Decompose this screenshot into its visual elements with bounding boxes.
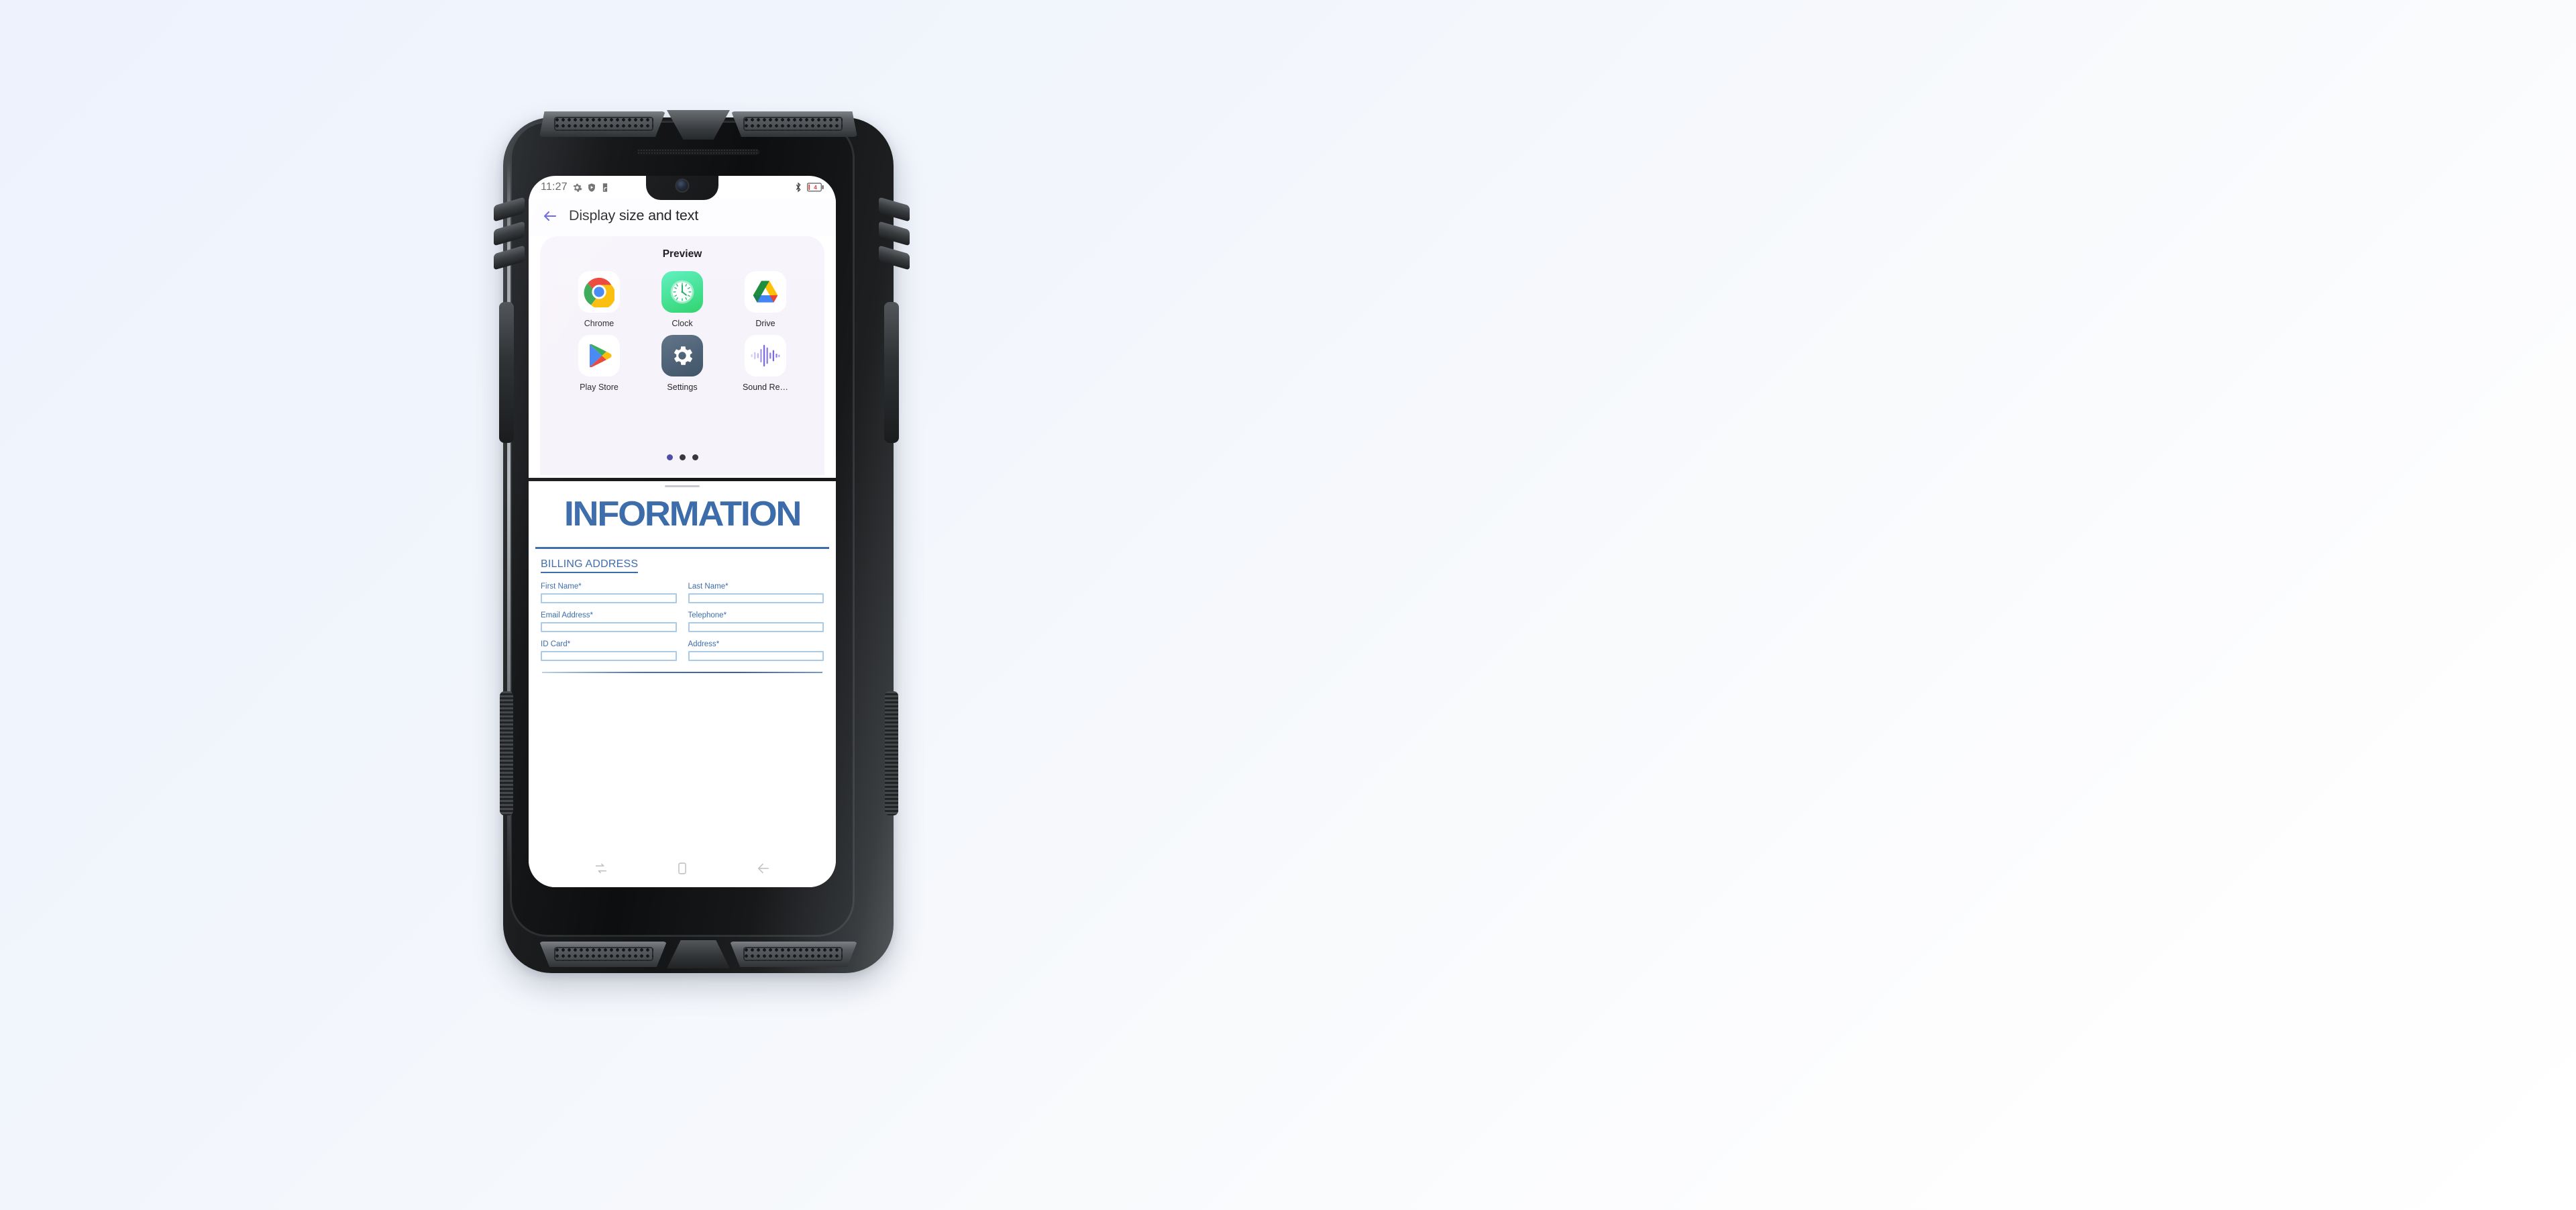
app-item-clock[interactable]: Clock: [641, 271, 724, 328]
document-body: BILLING ADDRESS First Name* Last Name* E…: [529, 549, 836, 673]
form-bottom-rule: [542, 671, 822, 673]
form-field-first-name: First Name*: [541, 583, 677, 603]
field-label: Address*: [688, 640, 720, 648]
telephone-input[interactable]: [688, 621, 824, 632]
svg-text:4: 4: [814, 185, 817, 191]
field-label: First Name*: [541, 582, 582, 591]
page-dot[interactable]: [666, 454, 673, 460]
bottom-right-speaker-grille: [743, 947, 843, 961]
gear-icon: [572, 183, 582, 193]
left-grip-ridges: [494, 101, 525, 973]
left-textured-grip: [500, 691, 513, 815]
field-label: ID Card*: [541, 640, 571, 648]
right-side-button[interactable]: [884, 302, 899, 443]
google-drive-icon: [745, 271, 786, 313]
email-address-input[interactable]: [541, 621, 677, 632]
top-right-speaker-grille: [743, 117, 843, 131]
sound-recorder-icon: [745, 335, 786, 376]
last-name-input[interactable]: [688, 593, 824, 603]
app-item-sound-recorder[interactable]: Sound Re…: [724, 335, 807, 392]
billing-form-grid: First Name* Last Name* Email Address* Te…: [541, 583, 824, 661]
right-textured-grip: [885, 691, 898, 815]
home-rounded-square-icon[interactable]: [675, 861, 690, 876]
nfc-tag-icon: [601, 183, 609, 193]
address-input[interactable]: [688, 650, 824, 661]
page-indicator-dots[interactable]: [540, 454, 824, 460]
android-navigation-bar: [529, 850, 836, 887]
app-title-bar: Display size and text: [529, 199, 836, 236]
page-dot[interactable]: [692, 454, 698, 460]
form-field-telephone: Telephone*: [688, 611, 824, 632]
field-label: Telephone*: [688, 611, 727, 619]
app-label: Chrome: [584, 319, 614, 328]
billing-address-heading: BILLING ADDRESS: [541, 558, 639, 573]
page-title: Display size and text: [569, 207, 698, 223]
app-item-settings[interactable]: Settings: [641, 335, 724, 392]
battery-icon: 4: [807, 183, 824, 192]
app-label: Settings: [667, 383, 698, 392]
recents-icon[interactable]: [594, 861, 608, 876]
status-bar-left: 11:27: [541, 181, 609, 193]
app-label: Play Store: [580, 383, 619, 392]
bluetooth-icon: [794, 182, 802, 193]
app-item-chrome[interactable]: Chrome: [557, 271, 641, 328]
right-grip-ridges: [879, 101, 910, 973]
play-store-icon: [578, 335, 620, 376]
play-protect-shield-icon: [587, 183, 596, 193]
app-label: Clock: [672, 319, 693, 328]
first-name-input[interactable]: [541, 593, 677, 603]
page-dot[interactable]: [679, 454, 686, 460]
back-arrow-icon[interactable]: [756, 861, 771, 876]
left-side-rail: [499, 302, 514, 443]
back-arrow-icon[interactable]: [542, 208, 558, 224]
split-drag-handle[interactable]: [529, 481, 836, 491]
camera-notch: [646, 176, 718, 200]
field-label: Last Name*: [688, 582, 729, 591]
field-label: Email Address*: [541, 611, 593, 619]
form-field-last-name: Last Name*: [688, 583, 824, 603]
app-label: Drive: [755, 319, 775, 328]
status-bar-right: 4: [794, 182, 824, 193]
preview-card: Preview Chrome Clock Drive Play Store Se…: [540, 236, 824, 475]
document-pane[interactable]: INFORMATION BILLING ADDRESS First Name* …: [529, 491, 836, 692]
phone-screen[interactable]: 11:27 4 Display size and text Preview Ch…: [529, 176, 836, 887]
form-field-id-card: ID Card*: [541, 640, 677, 661]
app-item-play-store[interactable]: Play Store: [557, 335, 641, 392]
form-field-email-address: Email Address*: [541, 611, 677, 632]
phone-device-stage: 11:27 4 Display size and text Preview Ch…: [487, 101, 974, 973]
app-item-drive[interactable]: Drive: [724, 271, 807, 328]
chrome-icon: [578, 271, 620, 313]
preview-label: Preview: [662, 248, 702, 260]
app-preview-grid: Chrome Clock Drive Play Store Settings S…: [540, 271, 824, 392]
document-title: INFORMATION: [564, 495, 802, 534]
bottom-left-speaker-grille: [554, 947, 653, 961]
app-label: Sound Re…: [742, 383, 789, 392]
settings-gear-icon: [661, 335, 703, 376]
earpiece-grille: [637, 149, 759, 155]
id-card-input[interactable]: [541, 650, 677, 661]
form-field-address: Address*: [688, 640, 824, 661]
top-left-speaker-grille: [554, 117, 653, 131]
rugged-phone: 11:27 4 Display size and text Preview Ch…: [487, 101, 974, 973]
status-bar-clock: 11:27: [541, 181, 568, 193]
clock-icon: [661, 271, 703, 313]
